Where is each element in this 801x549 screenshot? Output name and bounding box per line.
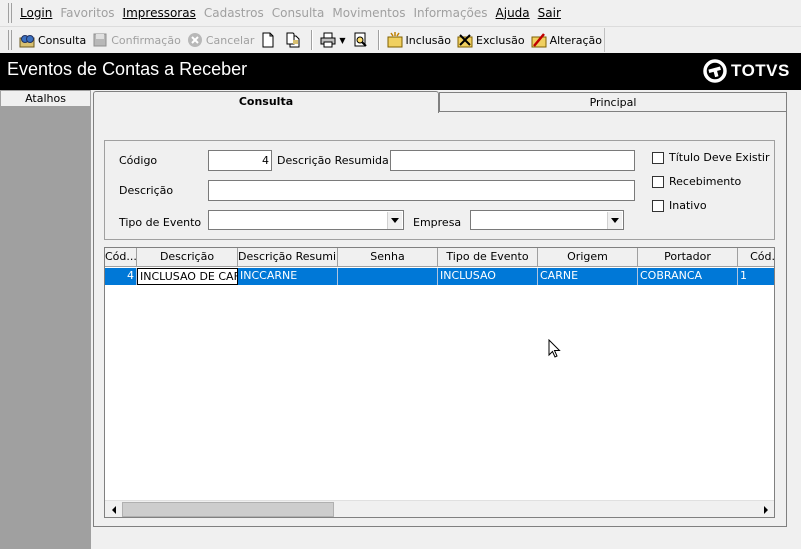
menu-bar: Login Favoritos Impressoras Cadastros Co… — [0, 0, 801, 27]
print-preview-button[interactable] — [349, 29, 374, 51]
table-cell[interactable] — [338, 268, 438, 285]
descricao-resumida-label: Descrição Resumida — [277, 154, 389, 167]
grid-header: Cód... Descrição Descrição Resumi... Sen… — [105, 248, 774, 267]
add-record-icon — [387, 32, 403, 48]
column-header-senha[interactable]: Senha — [338, 248, 438, 267]
titulo-deve-existir-checkbox[interactable] — [652, 152, 664, 164]
page-title: Eventos de Contas a Receber — [7, 59, 248, 79]
menu-login[interactable]: Login — [16, 0, 56, 27]
table-cell[interactable]: INCLUSAO — [438, 268, 538, 285]
toolbar-grip — [8, 30, 12, 50]
tab-principal[interactable]: Principal — [439, 92, 787, 111]
menu-movimentos[interactable]: Movimentos — [328, 0, 409, 27]
codigo-label: Código — [119, 154, 158, 167]
column-header-origem[interactable]: Origem — [538, 248, 638, 267]
scroll-left-icon[interactable] — [105, 501, 122, 517]
menu-grip — [8, 3, 12, 23]
edit-record-icon — [531, 33, 547, 48]
empresa-select[interactable] — [470, 210, 624, 230]
printer-icon — [320, 32, 336, 48]
recebimento-checkbox[interactable] — [652, 176, 664, 188]
table-cell[interactable]: 1 — [738, 268, 774, 285]
scroll-right-icon[interactable] — [757, 501, 774, 517]
document-icon — [262, 32, 274, 48]
exclusao-button[interactable]: Exclusão — [454, 29, 528, 51]
column-header-cod[interactable]: Cód. — [738, 248, 774, 267]
menu-sair[interactable]: Sair — [534, 0, 565, 27]
toolbar-separator — [311, 30, 314, 50]
scroll-thumb[interactable] — [122, 502, 334, 517]
table-cell[interactable]: COBRANCA — [638, 268, 738, 285]
chevron-down-icon[interactable] — [607, 212, 622, 229]
menu-consulta[interactable]: Consulta — [268, 0, 329, 27]
new-document-button[interactable] — [257, 29, 282, 51]
menu-impressoras[interactable]: Impressoras — [119, 0, 200, 27]
inativo-label: Inativo — [669, 199, 707, 212]
table-cell-current[interactable]: INCLUSAO DE CAF — [137, 268, 238, 285]
chevron-down-icon: ▼ — [339, 35, 346, 45]
table-cell[interactable]: CARNE — [538, 268, 638, 285]
toolbar-separator — [377, 30, 380, 50]
print-button[interactable]: ▼ — [317, 29, 348, 51]
titulo-deve-existir-label: Título Deve Existir — [669, 151, 770, 164]
inativo-checkbox[interactable] — [652, 200, 664, 212]
totvs-logo: TOTVS — [703, 59, 790, 83]
cancelar-button[interactable]: Cancelar — [184, 29, 258, 51]
menu-favoritos[interactable]: Favoritos — [56, 0, 118, 27]
column-header-descricao[interactable]: Descrição — [137, 248, 238, 267]
table-cell[interactable]: INCCARNE — [238, 268, 338, 285]
toolbar-edge — [604, 28, 605, 52]
delete-record-icon — [457, 34, 473, 48]
tab-atalhos[interactable]: Atalhos — [0, 90, 91, 107]
totvs-logo-icon — [703, 59, 727, 83]
horizontal-scrollbar[interactable] — [105, 500, 774, 517]
search-binoculars-icon — [19, 35, 35, 48]
window-title-bar: Eventos de Contas a Receber TOTVS — [0, 53, 801, 90]
mouse-cursor-icon — [548, 339, 561, 358]
codigo-input[interactable]: 4 — [208, 150, 272, 171]
empresa-label: Empresa — [413, 216, 462, 229]
toolbar: Consulta Confirmação Cancelar ▼ Inclusão… — [0, 27, 801, 53]
alteracao-button[interactable]: Alteração — [528, 29, 605, 51]
tipo-evento-label: Tipo de Evento — [119, 216, 202, 229]
confirmacao-button[interactable]: Confirmação — [89, 29, 184, 51]
consulta-button[interactable]: Consulta — [16, 29, 89, 51]
menu-informacoes[interactable]: Informações — [409, 0, 491, 27]
column-header-codigo[interactable]: Cód... — [105, 248, 137, 267]
menu-ajuda[interactable]: Ajuda — [492, 0, 534, 27]
menu-cadastros[interactable]: Cadastros — [200, 0, 268, 27]
column-header-portador[interactable]: Portador — [638, 248, 738, 267]
descricao-label: Descrição — [119, 184, 174, 197]
descricao-resumida-input[interactable] — [390, 150, 635, 171]
table-cell[interactable]: 4 — [105, 268, 137, 285]
inclusao-button[interactable]: Inclusão — [384, 29, 455, 51]
chevron-down-icon[interactable] — [387, 212, 402, 229]
copy-document-icon — [286, 32, 300, 48]
tab-consulta[interactable]: Consulta — [93, 91, 439, 113]
shortcuts-sidebar: Atalhos — [0, 90, 91, 549]
print-preview-icon — [354, 32, 367, 47]
column-header-descricao-resumida[interactable]: Descrição Resumi... — [238, 248, 338, 267]
copy-document-button[interactable] — [282, 29, 307, 51]
results-grid[interactable]: Cód... Descrição Descrição Resumi... Sen… — [104, 247, 775, 518]
column-header-tipo-evento[interactable]: Tipo de Evento — [438, 248, 538, 267]
save-disk-icon — [93, 33, 107, 47]
descricao-input[interactable] — [208, 180, 635, 201]
recebimento-label: Recebimento — [669, 175, 742, 188]
table-row[interactable]: 4 INCLUSAO DE CAF INCCARNE INCLUSAO CARN… — [105, 268, 774, 285]
cancel-icon — [187, 33, 202, 47]
tipo-evento-select[interactable] — [208, 210, 404, 230]
